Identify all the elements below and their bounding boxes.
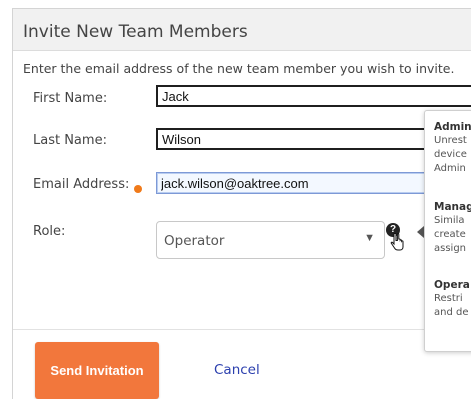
tooltip-admin-line: device <box>434 149 467 160</box>
dialog-title: Invite New Team Members <box>23 22 248 42</box>
tooltip-admin-title: Admin <box>434 121 471 133</box>
role-label: Role: <box>33 224 66 239</box>
dialog-header: Invite New Team Members <box>13 9 471 51</box>
first-name-field[interactable] <box>156 85 471 107</box>
role-selected-value: Operator <box>164 233 225 249</box>
role-help-tooltip: Admin Unrest device Admin Manag Simila c… <box>424 110 471 352</box>
tooltip-caret <box>417 226 424 238</box>
last-name-label: Last Name: <box>33 133 107 148</box>
tooltip-manager-section: Manag Simila create assign <box>434 201 471 256</box>
tooltip-operator-line: and de <box>434 307 469 318</box>
tooltip-admin-section: Admin Unrest device Admin <box>434 121 471 176</box>
role-select[interactable]: Operator ▼ <box>156 221 385 259</box>
email-field[interactable] <box>156 172 436 194</box>
intro-text: Enter the email address of the new team … <box>23 61 455 76</box>
tooltip-operator-title: Opera <box>434 279 470 291</box>
tooltip-manager-line: create <box>434 229 466 240</box>
chevron-down-icon: ▼ <box>364 232 375 244</box>
tooltip-admin-line: Admin <box>434 163 466 174</box>
send-invitation-button[interactable]: Send Invitation <box>35 342 159 399</box>
tooltip-admin-line: Unrest <box>434 135 467 146</box>
pointer-cursor-icon <box>390 232 404 256</box>
required-dot-icon <box>134 185 142 193</box>
tooltip-manager-title: Manag <box>434 201 471 213</box>
cancel-link[interactable]: Cancel <box>214 362 260 378</box>
footer-divider <box>13 329 471 330</box>
tooltip-operator-section: Opera Restri and de <box>434 279 470 320</box>
tooltip-manager-line: assign <box>434 243 467 254</box>
first-name-label: First Name: <box>33 91 108 106</box>
email-label: Email Address: <box>33 177 130 192</box>
invite-dialog: Invite New Team Members Enter the email … <box>12 8 471 399</box>
last-name-field[interactable] <box>156 128 436 150</box>
tooltip-operator-line: Restri <box>434 293 463 304</box>
tooltip-manager-line: Simila <box>434 215 465 226</box>
